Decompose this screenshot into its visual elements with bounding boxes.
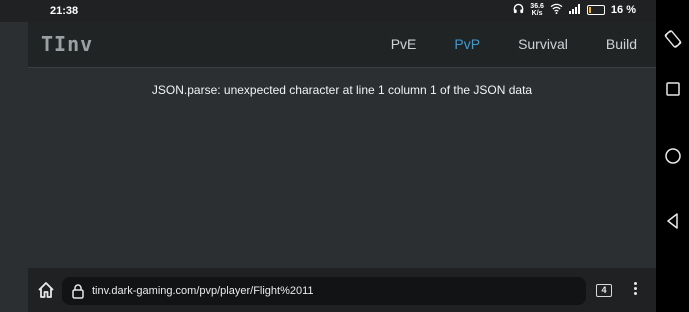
rotate-icon[interactable] bbox=[664, 30, 682, 48]
nav-build[interactable]: Build bbox=[587, 22, 656, 67]
home-circle-icon[interactable] bbox=[664, 147, 682, 165]
headphones-icon bbox=[513, 3, 524, 17]
speed-value: 36.6 bbox=[530, 3, 544, 10]
recents-square-icon[interactable] bbox=[664, 80, 682, 98]
battery-icon bbox=[586, 5, 605, 15]
wifi-icon bbox=[550, 3, 563, 17]
url-text[interactable]: tinv.dark-gaming.com/pvp/player/Flight%2… bbox=[92, 285, 314, 297]
status-time: 21:38 bbox=[50, 5, 79, 17]
speed-unit: K/s bbox=[531, 10, 543, 17]
battery-percent: 16 % bbox=[610, 4, 636, 16]
more-vert-icon[interactable] bbox=[632, 282, 638, 298]
home-icon[interactable] bbox=[36, 280, 56, 300]
main-content: JSON.parse: unexpected character at line… bbox=[28, 68, 656, 268]
browser-toolbar: tinv.dark-gaming.com/pvp/player/Flight%2… bbox=[28, 268, 656, 312]
nav-pve[interactable]: PvE bbox=[372, 22, 436, 67]
site-logo[interactable]: TInv bbox=[41, 32, 93, 56]
main-nav: PvE PvP Survival Build bbox=[372, 22, 656, 67]
error-message: JSON.parse: unexpected character at line… bbox=[151, 83, 533, 97]
lock-icon bbox=[71, 283, 85, 299]
status-bar: 21:38 36.6 K/s 16 % bbox=[0, 0, 656, 22]
tab-count-button[interactable]: 4 bbox=[596, 284, 612, 297]
system-nav-bar bbox=[656, 0, 689, 312]
back-triangle-icon[interactable] bbox=[664, 212, 682, 230]
nav-pvp[interactable]: PvP bbox=[435, 22, 499, 67]
url-bar[interactable]: tinv.dark-gaming.com/pvp/player/Flight%2… bbox=[62, 277, 586, 305]
signal-icon bbox=[568, 3, 581, 17]
app-header: TInv PvE PvP Survival Build bbox=[28, 22, 656, 68]
status-icons: 36.6 K/s 16 % bbox=[513, 3, 636, 17]
nav-survival[interactable]: Survival bbox=[499, 22, 587, 67]
battery-level bbox=[588, 7, 591, 13]
network-speed: 36.6 K/s bbox=[530, 3, 544, 17]
